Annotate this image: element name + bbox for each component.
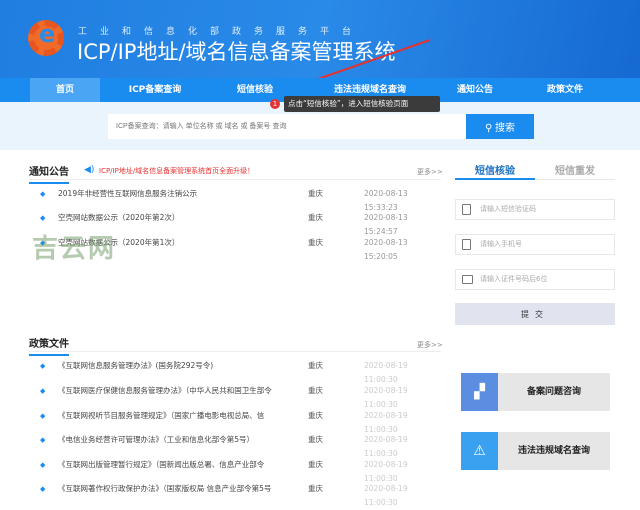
consult-icon: ▞ [461,373,498,411]
policy-row[interactable]: ◆ 《互联网著作权行政保护办法》（国家版权局 信息产业部令第5号 重庆 2020-08… [40,482,440,507]
policy-row[interactable]: ◆ 《互联网医疗保健信息服务管理办法》（中华人民共和国卫生部令 重庆 2020-08-… [40,384,440,409]
notice-more-link[interactable]: 更多>> [417,167,443,177]
tab-sms-resend[interactable]: 短信重发 [535,162,615,180]
tooltip: 点击“短信核验”，进入短信核验页面 [284,96,440,112]
phone-icon [462,239,471,250]
consult-card[interactable]: ▞ 备案问题咨询 [461,373,610,411]
bullet-icon: ◆ [40,485,46,493]
watermark: 吉云网 [32,234,117,264]
tab-sms-verify[interactable]: 短信核验 [455,162,535,180]
notice-row[interactable]: ◆ 空壳网站数据公示（2020年第2次） 重庆 2020-08-13 15:24:57 [40,211,440,236]
id-number-field[interactable]: 请输入证件号码后6位 [455,269,615,290]
submit-button[interactable]: 提交 [455,303,615,325]
notice-marquee[interactable]: ICP/IP地址/域名信息备案管理系统首页全面升级！ [99,166,254,176]
bullet-icon: ◆ [40,461,46,469]
policy-more-link[interactable]: 更多>> [417,340,443,350]
notice-row[interactable]: ◆ 2019年非经营性互联网信息服务注销公示 重庆 2020-08-13 15:33:… [40,187,440,212]
illegal-domain-card[interactable]: ⚠ 违法违规域名查询 [461,432,610,470]
bullet-icon: ◆ [40,214,46,222]
speaker-icon: ◀) [84,165,95,175]
search-input[interactable] [108,114,466,139]
policy-row[interactable]: ◆ 《互联网信息服务管理办法》(国务院292号令) 重庆 2020-08-19 11:… [40,359,440,384]
bullet-icon: ◆ [40,412,46,420]
nav-icp-query[interactable]: ICP备案查询 [110,78,200,102]
bullet-icon: ◆ [40,362,46,370]
policy-title: 政策文件 [29,335,69,356]
bullet-icon: ◆ [40,190,46,198]
step-badge: 1 [270,99,280,109]
sms-icon [462,204,471,215]
divider [29,179,441,180]
policy-row[interactable]: ◆ 《互联网视听节目服务管理规定》（国家广播电影电视总局、信 重庆 2020-08-1… [40,409,440,434]
search-icon: ⚲ [484,123,496,134]
warning-icon: ⚠ [461,432,498,470]
nav-notice[interactable]: 通知公告 [440,78,510,102]
id-card-icon [462,275,473,284]
bullet-icon: ◆ [40,387,46,395]
bullet-icon: ◆ [40,436,46,444]
notice-title: 通知公告 [29,163,69,184]
nav-home[interactable]: 首页 [30,78,100,102]
nav-policy[interactable]: 政策文件 [530,78,600,102]
policy-row[interactable]: ◆ 《电信业务经营许可管理办法》（工业和信息化部令第5号） 重庆 2020-08-19… [40,433,440,458]
nav-sms-verify[interactable]: 短信核验 [215,78,295,102]
sms-code-field[interactable]: 请输入短信验证码 [455,199,615,220]
search-button[interactable]: ⚲ 搜索 [466,114,534,139]
phone-field[interactable]: 请输入手机号 [455,234,615,255]
policy-row[interactable]: ◆ 《互联网出版管理暂行规定》（国新闻出版总署、信息产业部令 重庆 2020-08-1… [40,458,440,483]
divider [29,351,441,352]
